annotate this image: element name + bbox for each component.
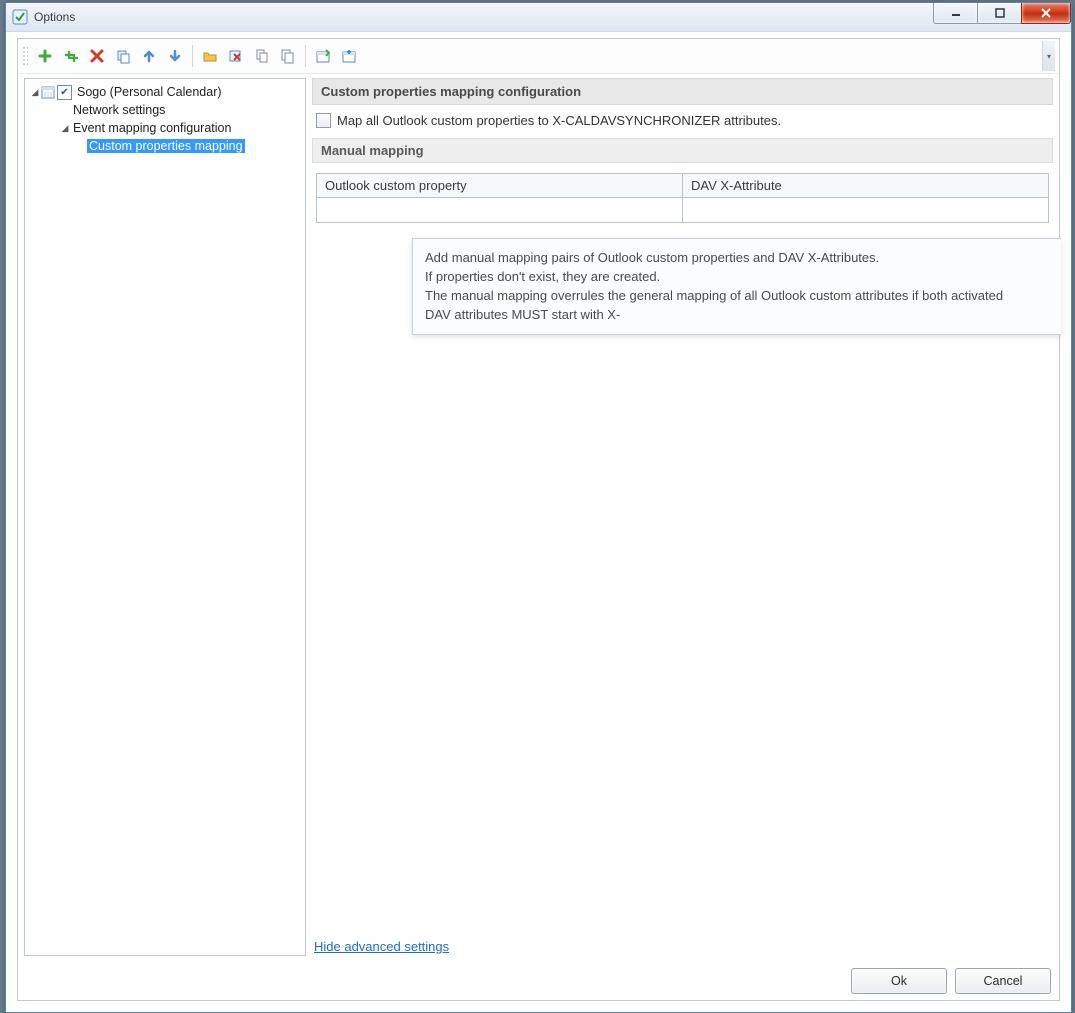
- ok-button[interactable]: Ok: [851, 968, 947, 994]
- titlebar: Options: [6, 3, 1071, 32]
- calendar-add-icon[interactable]: [337, 44, 361, 68]
- open-folder-icon[interactable]: [198, 44, 222, 68]
- calendar-props-icon[interactable]: [311, 44, 335, 68]
- move-down-icon[interactable]: [163, 44, 187, 68]
- window-controls: [934, 3, 1071, 23]
- body: ◢ ✔ Sogo (Personal Calendar) Network set…: [18, 74, 1059, 960]
- table-row[interactable]: [317, 198, 1049, 223]
- col-dav[interactable]: DAV X-Attribute: [683, 174, 1049, 198]
- tree-network-settings[interactable]: Network settings: [27, 101, 303, 119]
- tree-item-label: Custom properties mapping: [87, 139, 245, 153]
- tooltip-line: If properties don't exist, they are crea…: [425, 268, 1049, 287]
- tree-root[interactable]: ◢ ✔ Sogo (Personal Calendar): [27, 83, 303, 101]
- table-header-row: Outlook custom property DAV X-Attribute: [317, 174, 1049, 198]
- add-multiple-icon[interactable]: [59, 44, 83, 68]
- tree-event-mapping[interactable]: ◢ Event mapping configuration: [27, 119, 303, 137]
- section-header: Custom properties mapping configuration: [312, 78, 1053, 105]
- tooltip-line: The manual mapping overrules the general…: [425, 287, 1049, 306]
- calendar-icon: [41, 85, 55, 99]
- col-outlook[interactable]: Outlook custom property: [317, 174, 683, 198]
- toolbar-overflow[interactable]: ▾: [1042, 41, 1055, 71]
- move-up-icon[interactable]: [137, 44, 161, 68]
- manual-mapping-header: Manual mapping: [312, 138, 1053, 163]
- map-all-label: Map all Outlook custom properties to X-C…: [337, 113, 781, 128]
- content-frame: ▾ ◢ ✔ Sogo (Personal Calendar) Network: [17, 38, 1060, 1001]
- tree-item-label: Event mapping configuration: [71, 121, 233, 135]
- help-tooltip: Add manual mapping pairs of Outlook cust…: [412, 238, 1061, 335]
- delete-icon[interactable]: [85, 44, 109, 68]
- paste-all-icon[interactable]: [276, 44, 300, 68]
- maximize-button[interactable]: [977, 3, 1022, 24]
- toolbar-separator: [192, 45, 193, 67]
- toolbar: ▾: [18, 39, 1059, 74]
- minimize-button[interactable]: [933, 3, 978, 24]
- app-icon: [12, 9, 28, 25]
- expand-icon[interactable]: ◢: [29, 87, 41, 98]
- window-title: Options: [34, 10, 75, 24]
- tooltip-line: DAV attributes MUST start with X-: [425, 306, 1049, 325]
- toolbar-grip: [22, 46, 28, 66]
- profile-tree[interactable]: ◢ ✔ Sogo (Personal Calendar) Network set…: [25, 79, 305, 159]
- cell-outlook[interactable]: [317, 198, 683, 223]
- profile-tree-pane: ◢ ✔ Sogo (Personal Calendar) Network set…: [24, 78, 306, 956]
- copy-all-icon[interactable]: [250, 44, 274, 68]
- cell-dav[interactable]: [683, 198, 1049, 223]
- map-all-row: Map all Outlook custom properties to X-C…: [312, 105, 1053, 136]
- map-all-checkbox[interactable]: [316, 113, 331, 128]
- tree-root-label: Sogo (Personal Calendar): [75, 85, 224, 99]
- tree-item-label: Network settings: [71, 103, 167, 117]
- footer: Ok Cancel: [851, 968, 1051, 994]
- clear-cache-icon[interactable]: [224, 44, 248, 68]
- close-button[interactable]: [1021, 3, 1071, 24]
- options-window: Options: [5, 2, 1072, 1013]
- expand-icon[interactable]: ◢: [59, 123, 71, 134]
- profile-enabled-checkbox[interactable]: ✔: [57, 85, 72, 100]
- manual-mapping-table-wrap: Outlook custom property DAV X-Attribute: [316, 173, 1049, 223]
- tooltip-line: Add manual mapping pairs of Outlook cust…: [425, 249, 1049, 268]
- manual-mapping-table[interactable]: Outlook custom property DAV X-Attribute: [316, 173, 1049, 223]
- tree-custom-mapping[interactable]: Custom properties mapping: [27, 137, 303, 155]
- cancel-button[interactable]: Cancel: [955, 968, 1051, 994]
- content-pane: Custom properties mapping configuration …: [312, 78, 1053, 956]
- toolbar-separator: [305, 45, 306, 67]
- add-icon[interactable]: [33, 44, 57, 68]
- copy-icon[interactable]: [111, 44, 135, 68]
- hide-advanced-link[interactable]: Hide advanced settings: [314, 939, 449, 954]
